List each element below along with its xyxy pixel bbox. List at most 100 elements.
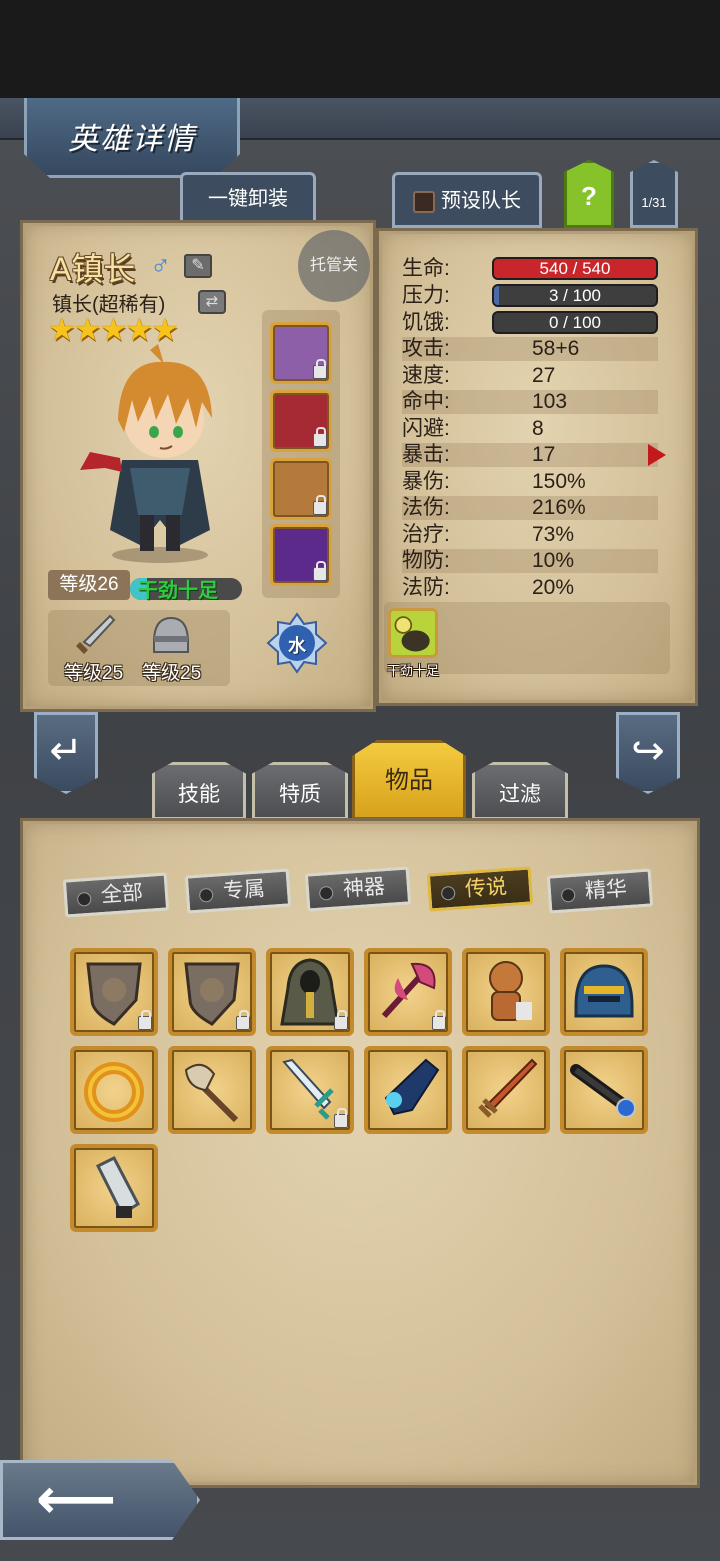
stat-label: 治疗:	[402, 523, 450, 546]
heart-axe-icon[interactable]	[364, 948, 452, 1036]
voodoo-doll-icon[interactable]	[462, 948, 550, 1036]
knight-helmet-icon[interactable]	[560, 948, 648, 1036]
auto-battle-toggle[interactable]: 托管关	[298, 230, 370, 302]
lightning-sword-icon[interactable]	[266, 1046, 354, 1134]
stress-bar: 3 / 100	[492, 284, 658, 307]
tab-skills[interactable]: 技能	[152, 762, 246, 820]
hooded-cloak-icon[interactable]	[266, 948, 354, 1036]
help-button[interactable]: ?	[564, 160, 614, 228]
filter-all[interactable]: 全部	[62, 872, 170, 918]
male-gender-icon: ♂	[150, 250, 171, 281]
potion-bottle-icon[interactable]	[70, 1144, 158, 1232]
stat-value: 8	[532, 417, 544, 440]
hunger-value: 0 / 100	[549, 313, 601, 332]
stat-label: 饥饿:	[402, 311, 450, 334]
stat-value: 216%	[532, 496, 586, 519]
stat-value: 20%	[532, 576, 575, 599]
swap-class-icon[interactable]: ⇄	[198, 290, 226, 314]
lock-icon	[313, 561, 327, 581]
more-stats-arrow-icon[interactable]	[648, 444, 666, 466]
stat-stress: 压力: 3 / 100	[402, 284, 658, 308]
stat-hunger: 饥饿: 0 / 100	[402, 311, 658, 335]
dragon-skull-staff-icon[interactable]	[168, 1046, 256, 1134]
stat-value: 10%	[532, 549, 575, 572]
stat-hp: 生命: 540 / 540	[402, 257, 658, 281]
stat-label: 法防:	[402, 576, 450, 599]
lock-icon	[334, 1010, 348, 1030]
edit-name-icon[interactable]: ✎	[184, 254, 212, 278]
stat-row: 物防: 10%	[402, 549, 658, 573]
dragon-skull-staff-graphic	[184, 1063, 239, 1123]
stat-row: 攻击: 58+6	[402, 337, 658, 361]
page-title: 英雄详情	[68, 123, 196, 156]
filter-essence[interactable]: 精华	[546, 868, 654, 914]
lock-icon	[313, 495, 327, 515]
hp-value: 540 / 540	[539, 259, 611, 278]
wizard-hat-icon[interactable]	[270, 322, 332, 384]
stat-label: 暴击:	[402, 443, 450, 466]
blue-gauntlet-icon[interactable]	[364, 1046, 452, 1134]
dragon-ring-icon[interactable]	[70, 1046, 158, 1134]
gear-box: 等级25 等级25	[48, 610, 230, 686]
tab-traits[interactable]: 特质	[252, 762, 348, 820]
hero-name: A镇长	[50, 251, 136, 287]
tab-items[interactable]: 物品	[352, 740, 466, 820]
stat-row: 命中: 103	[402, 390, 658, 414]
crystal-staff-icon[interactable]	[270, 524, 332, 586]
filter-legendary[interactable]: 传说	[426, 866, 534, 912]
stat-value: 103	[532, 390, 568, 413]
checkbox-icon[interactable]	[413, 190, 435, 213]
sword-icon[interactable]	[72, 612, 118, 658]
filter-exclusive[interactable]: 专属	[184, 868, 292, 914]
blue-gauntlet-graphic	[384, 1058, 440, 1116]
stat-row: 暴击: 17	[402, 443, 658, 467]
hp-bar: 540 / 540	[492, 257, 658, 280]
spyglass-graphic	[570, 1064, 636, 1118]
lock-icon	[313, 359, 327, 379]
stat-row: 治疗: 73%	[402, 523, 658, 547]
next-hero-button[interactable]: ↪	[616, 712, 680, 794]
filter-artifact[interactable]: 神器	[304, 866, 412, 912]
stat-row: 速度: 27	[402, 364, 658, 388]
stat-row: 暴伤: 150%	[402, 470, 658, 494]
stat-value: 58+6	[532, 337, 580, 360]
prev-hero-button[interactable]: ↵	[34, 712, 98, 794]
stat-row: 法防: 20%	[402, 576, 658, 600]
red-tome-icon[interactable]	[270, 390, 332, 452]
trait-energetic-icon[interactable]	[388, 608, 438, 658]
stat-label: 速度:	[402, 364, 450, 387]
dragon-ring-graphic	[84, 1062, 144, 1122]
flame-sword-icon[interactable]	[462, 1046, 550, 1134]
element-label: 水	[288, 636, 306, 656]
tab-filter[interactable]: 过滤	[472, 762, 568, 820]
stat-value: 27	[532, 364, 556, 387]
lion-shield-icon[interactable]	[70, 948, 158, 1036]
flame-sword-graphic	[478, 1058, 538, 1118]
helmet-icon[interactable]	[148, 612, 194, 658]
stat-label: 闪避:	[402, 417, 450, 440]
unequip-all-button[interactable]: 一键卸装	[180, 172, 316, 224]
armor-level: 等级25	[142, 663, 202, 684]
lock-icon	[138, 1010, 152, 1030]
treasure-chest-icon[interactable]	[270, 458, 332, 520]
weapon-level: 等级25	[64, 663, 124, 684]
stat-value: 17	[532, 443, 556, 466]
spyglass-icon[interactable]	[560, 1046, 648, 1134]
stat-label: 暴伤:	[402, 470, 450, 493]
stat-value: 150%	[532, 470, 586, 493]
stat-label: 命中:	[402, 390, 450, 413]
voodoo-doll-graphic	[489, 961, 532, 1021]
preset-leader-label: 预设队长	[441, 190, 521, 212]
preset-leader-toggle[interactable]: 预设队长	[392, 172, 542, 228]
stat-label: 压力:	[402, 284, 450, 307]
hero-page-counter: 1/31	[630, 160, 678, 228]
lion-shield-icon[interactable]	[168, 948, 256, 1036]
knight-helmet-graphic	[574, 964, 634, 1018]
stat-row: 法伤: 216%	[402, 496, 658, 520]
equipment-column	[262, 310, 340, 598]
back-arrow-icon: ⟵	[36, 1467, 117, 1530]
stress-value: 3 / 100	[549, 286, 601, 305]
stat-label: 生命:	[402, 257, 450, 280]
hero-portrait	[80, 344, 212, 563]
stat-value: 73%	[532, 523, 575, 546]
